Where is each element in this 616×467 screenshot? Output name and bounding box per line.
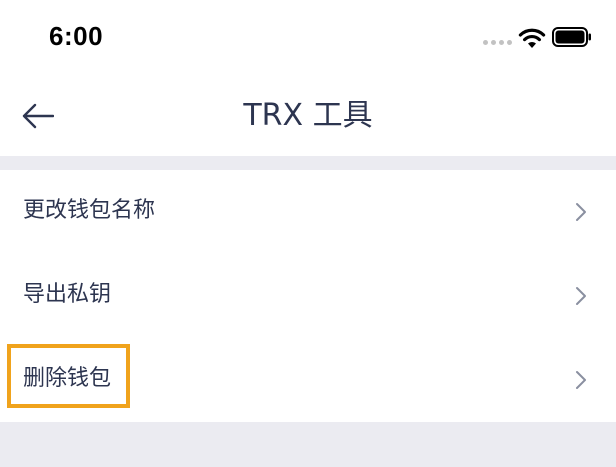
menu-item-label: 删除钱包 — [23, 366, 112, 391]
wifi-icon — [518, 28, 546, 48]
menu-item-rename-wallet[interactable]: 更改钱包名称 — [0, 170, 616, 254]
page-title: TRX 工具 — [243, 98, 373, 133]
nav-bar: TRX 工具 — [0, 76, 616, 156]
battery-icon — [552, 27, 591, 47]
chevron-right-icon — [576, 287, 586, 305]
chevron-right-icon — [576, 203, 586, 221]
status-bar: 6:00 — [0, 0, 616, 76]
chevron-right-icon — [576, 371, 586, 389]
menu-item-export-private-key[interactable]: 导出私钥 — [0, 254, 616, 338]
status-time: 6:00 — [49, 21, 104, 51]
menu-list: 更改钱包名称 导出私钥 删除钱包 — [0, 170, 616, 422]
menu-item-label: 导出私钥 — [23, 282, 112, 307]
menu-item-delete-wallet[interactable]: 删除钱包 — [0, 338, 616, 422]
signal-dots-icon — [483, 40, 512, 45]
menu-item-label: 更改钱包名称 — [23, 198, 156, 223]
bottom-background — [0, 422, 616, 467]
